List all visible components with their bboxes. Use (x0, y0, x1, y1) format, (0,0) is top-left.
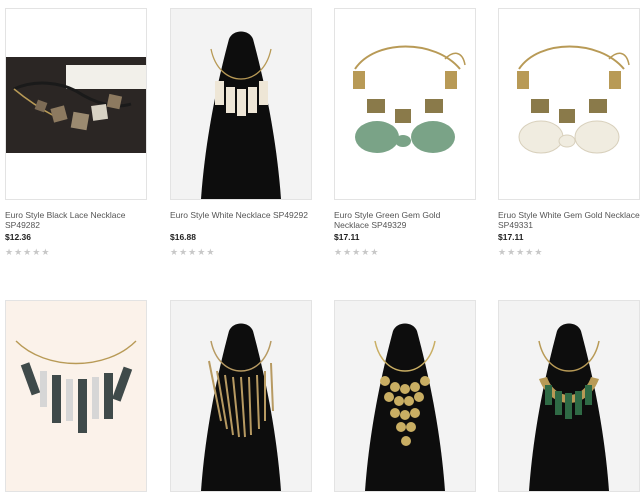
product-price: $12.36 (5, 232, 31, 242)
star-icon: ★ (525, 247, 534, 257)
rating-stars: ★ ★ ★ ★ ★ (498, 248, 640, 258)
star-icon: ★ (370, 247, 379, 257)
product-price: $16.88 (170, 232, 196, 242)
product-price: $17.11 (498, 232, 524, 242)
star-icon: ★ (197, 247, 206, 257)
product-title[interactable]: Eruo Style White Gem Gold Necklace SP493… (498, 210, 640, 230)
product-card[interactable] (498, 300, 640, 492)
product-image[interactable] (334, 300, 476, 492)
star-icon: ★ (334, 247, 343, 257)
product-image[interactable] (498, 8, 640, 200)
rating-stars: ★ ★ ★ ★ ★ (334, 248, 476, 258)
rating-stars: ★ ★ ★ ★ ★ (5, 248, 147, 258)
product-card[interactable]: Euro Style Green Gem Gold Necklace SP493… (334, 8, 476, 258)
necklace-photo-black-lace (6, 9, 146, 199)
product-card[interactable]: Euro Style White Necklace SP49292 $16.88… (170, 8, 312, 258)
star-icon: ★ (352, 247, 361, 257)
star-icon: ★ (534, 247, 543, 257)
star-icon: ★ (23, 247, 32, 257)
star-icon: ★ (206, 247, 215, 257)
star-icon: ★ (14, 247, 23, 257)
product-title[interactable]: Euro Style Black Lace Necklace SP49282 (5, 210, 147, 230)
product-card[interactable] (334, 300, 476, 492)
star-icon: ★ (361, 247, 370, 257)
product-card[interactable] (5, 300, 147, 492)
product-image[interactable] (5, 300, 147, 492)
necklace-photo-green-enamel (499, 301, 639, 491)
star-icon: ★ (498, 247, 507, 257)
product-card[interactable]: Eruo Style White Gem Gold Necklace SP493… (498, 8, 640, 258)
star-icon: ★ (516, 247, 525, 257)
product-image[interactable] (170, 8, 312, 200)
star-icon: ★ (170, 247, 179, 257)
necklace-photo-coin-bib (335, 301, 475, 491)
product-image[interactable] (170, 300, 312, 492)
star-icon: ★ (5, 247, 14, 257)
star-icon: ★ (507, 247, 516, 257)
necklace-photo-green-gem (335, 9, 475, 199)
product-title[interactable]: Euro Style Green Gem Gold Necklace SP493… (334, 210, 476, 230)
product-price: $17.11 (334, 232, 360, 242)
product-image[interactable] (498, 300, 640, 492)
product-image[interactable] (334, 8, 476, 200)
star-icon: ★ (32, 247, 41, 257)
product-title[interactable]: Euro Style White Necklace SP49292 (170, 210, 312, 230)
necklace-photo-bar-pendants (6, 301, 146, 491)
star-icon: ★ (343, 247, 352, 257)
necklace-photo-chain-fringe (171, 301, 311, 491)
star-icon: ★ (41, 247, 50, 257)
star-icon: ★ (188, 247, 197, 257)
product-card[interactable] (170, 300, 312, 492)
necklace-photo-white-gem (499, 9, 639, 199)
product-image[interactable] (5, 8, 147, 200)
necklace-photo-white (171, 9, 311, 199)
rating-stars: ★ ★ ★ ★ ★ (170, 248, 312, 258)
product-card[interactable]: Euro Style Black Lace Necklace SP49282 $… (5, 8, 147, 258)
star-icon: ★ (179, 247, 188, 257)
